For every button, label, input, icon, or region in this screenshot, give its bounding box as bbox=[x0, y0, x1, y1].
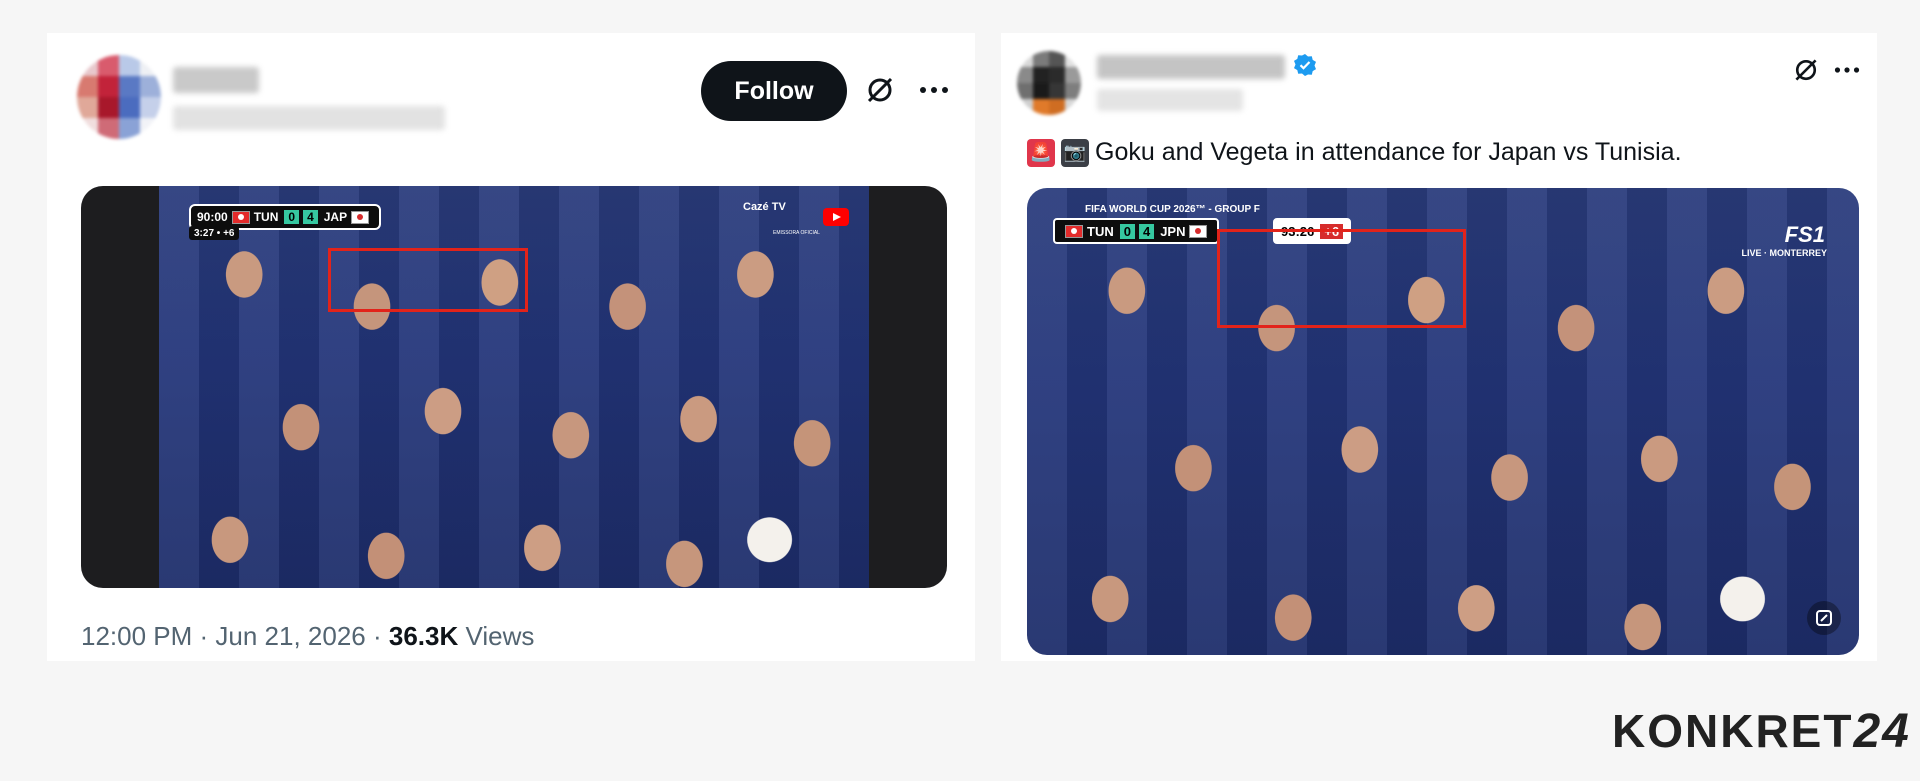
japan-flag-icon bbox=[1189, 224, 1208, 238]
blurred-username[interactable] bbox=[1097, 89, 1243, 111]
team2: JAP bbox=[323, 210, 348, 224]
blurred-username[interactable] bbox=[173, 106, 445, 130]
views-count: 36.3K bbox=[388, 621, 459, 651]
tweet-image[interactable]: FIFA WORLD CUP 2026™ - GROUP F TUN 0 4 J… bbox=[1027, 188, 1859, 655]
team1: TUN bbox=[1087, 223, 1114, 239]
avatar[interactable] bbox=[1017, 51, 1081, 115]
japan-flag-icon bbox=[351, 210, 370, 224]
youtube-icon bbox=[823, 208, 849, 226]
right-tweet-card: 🚨 📷 Goku and Vegeta in attendance for Ja… bbox=[1001, 33, 1877, 661]
highlight-box bbox=[1217, 229, 1466, 328]
score2: 4 bbox=[1138, 223, 1155, 239]
more-options-icon[interactable] bbox=[917, 73, 951, 107]
blurred-display-name[interactable] bbox=[1097, 55, 1285, 79]
konkret24-logo: KONKRET24 bbox=[1612, 708, 1911, 756]
broadcaster-logo: Cazé TV bbox=[743, 201, 786, 213]
video-still[interactable]: 90:00 TUN 0 4 JAP 3:27 • +6 Cazé TV EMIS… bbox=[81, 186, 947, 588]
logo-text: KONKRET bbox=[1612, 705, 1854, 757]
channel-location: LIVE · MONTERREY bbox=[1741, 248, 1827, 258]
match-time: 90:00 bbox=[197, 210, 228, 224]
grok-icon[interactable] bbox=[863, 73, 897, 107]
tweet-text: 🚨 📷 Goku and Vegeta in attendance for Ja… bbox=[1027, 138, 1682, 167]
added-time: 3:27 • +6 bbox=[189, 226, 240, 240]
tweet-body: Goku and Vegeta in attendance for Japan … bbox=[1095, 138, 1682, 166]
verified-badge-icon bbox=[1293, 53, 1317, 77]
score1: 0 bbox=[1119, 223, 1135, 239]
channel-logo: FS1 bbox=[1784, 222, 1825, 247]
tweet-meta: 12:00 PM · Jun 21, 2026 · 36.3K Views bbox=[81, 621, 534, 652]
siren-emoji-icon: 🚨 bbox=[1027, 138, 1055, 167]
score1: 0 bbox=[284, 210, 300, 224]
image-action-icon[interactable] bbox=[1807, 601, 1841, 635]
team1: TUN bbox=[253, 210, 279, 224]
timestamp[interactable]: 12:00 PM · Jun 21, 2026 · bbox=[81, 621, 389, 651]
team2: JPN bbox=[1160, 223, 1186, 239]
crowd-image: FIFA WORLD CUP 2026™ - GROUP F TUN 0 4 J… bbox=[1027, 188, 1859, 655]
grok-icon[interactable] bbox=[1791, 55, 1821, 85]
official-badge: EMISSORA OFICIAL bbox=[773, 230, 820, 236]
camera-emoji-icon: 📷 bbox=[1061, 138, 1089, 167]
avatar[interactable] bbox=[77, 55, 161, 139]
score2: 4 bbox=[303, 210, 318, 224]
blurred-display-name[interactable] bbox=[173, 67, 259, 93]
follow-button[interactable]: Follow bbox=[701, 61, 847, 121]
tunisia-flag-icon bbox=[1065, 224, 1083, 238]
more-options-icon[interactable] bbox=[1831, 55, 1863, 85]
views-label: Views bbox=[465, 621, 535, 651]
logo-number: 24 bbox=[1853, 705, 1911, 758]
competition-label: FIFA WORLD CUP 2026™ - GROUP F bbox=[1085, 204, 1260, 215]
scoreboard-overlay: TUN 0 4 JPN bbox=[1053, 218, 1220, 244]
highlight-box bbox=[328, 248, 528, 312]
crowd-image: 90:00 TUN 0 4 JAP 3:27 • +6 Cazé TV EMIS… bbox=[159, 186, 869, 588]
left-tweet-card: Follow 90:00 TUN 0 4 JAP 3:27 • +6 Cazé … bbox=[47, 33, 975, 661]
tunisia-flag-icon bbox=[231, 210, 250, 224]
